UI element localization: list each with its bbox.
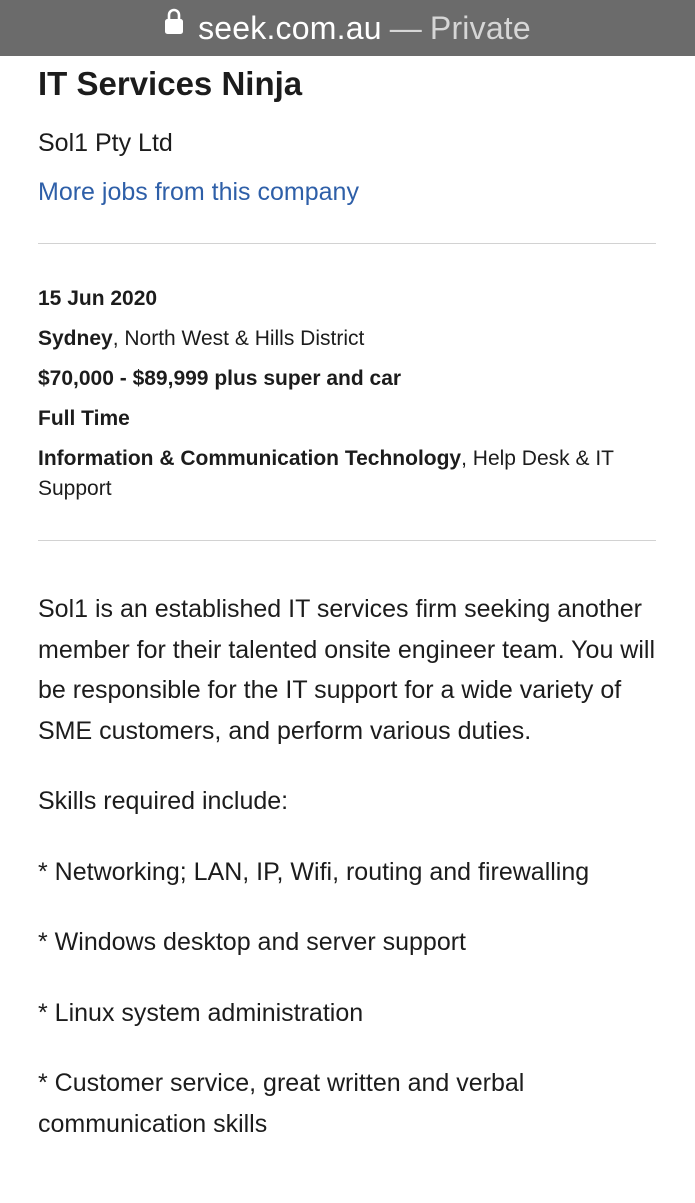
skills-heading: Skills required include: [38,787,289,815]
work-type: Full Time [38,407,130,430]
job-meta: 15 Jun 2020 Sydney, North West & Hills D… [38,284,656,504]
skill-item: * Linux system administration [38,998,364,1027]
listing-date: 15 Jun 2020 [38,287,158,310]
address-bar[interactable]: seek.com.au — Private [0,0,695,56]
classification: Information & Communication Technology [38,447,462,470]
divider [38,243,656,244]
more-jobs-link[interactable]: More jobs from this company [38,176,359,208]
divider [38,540,656,541]
job-description: Sol1 is an established IT services firm … [38,589,656,1144]
skill-item: * Customer service, great written and ve… [38,1069,525,1138]
address-domain: seek.com.au [198,9,382,46]
job-title: IT Services Ninja [38,65,303,102]
location-area: , North West & Hills District [112,327,365,350]
company-name: Sol1 Pty Ltd [38,129,173,157]
job-detail: IT Services Ninja Sol1 Pty Ltd More jobs… [38,56,656,1174]
lock-icon [165,8,184,34]
description-intro: Sol1 is an established IT services firm … [38,595,656,745]
location-city: Sydney [38,327,113,350]
job-classification: Information & Communication Technology, … [38,444,656,504]
skill-item: * Windows desktop and server support [38,928,466,956]
job-location: Sydney, North West & Hills District [38,324,656,354]
salary: $70,000 - $89,999 plus super and car [38,367,402,390]
skill-item: * Networking; LAN, IP, Wifi, routing and… [38,857,590,886]
private-mode-label: Private [429,9,531,46]
address-separator: — [389,9,422,46]
